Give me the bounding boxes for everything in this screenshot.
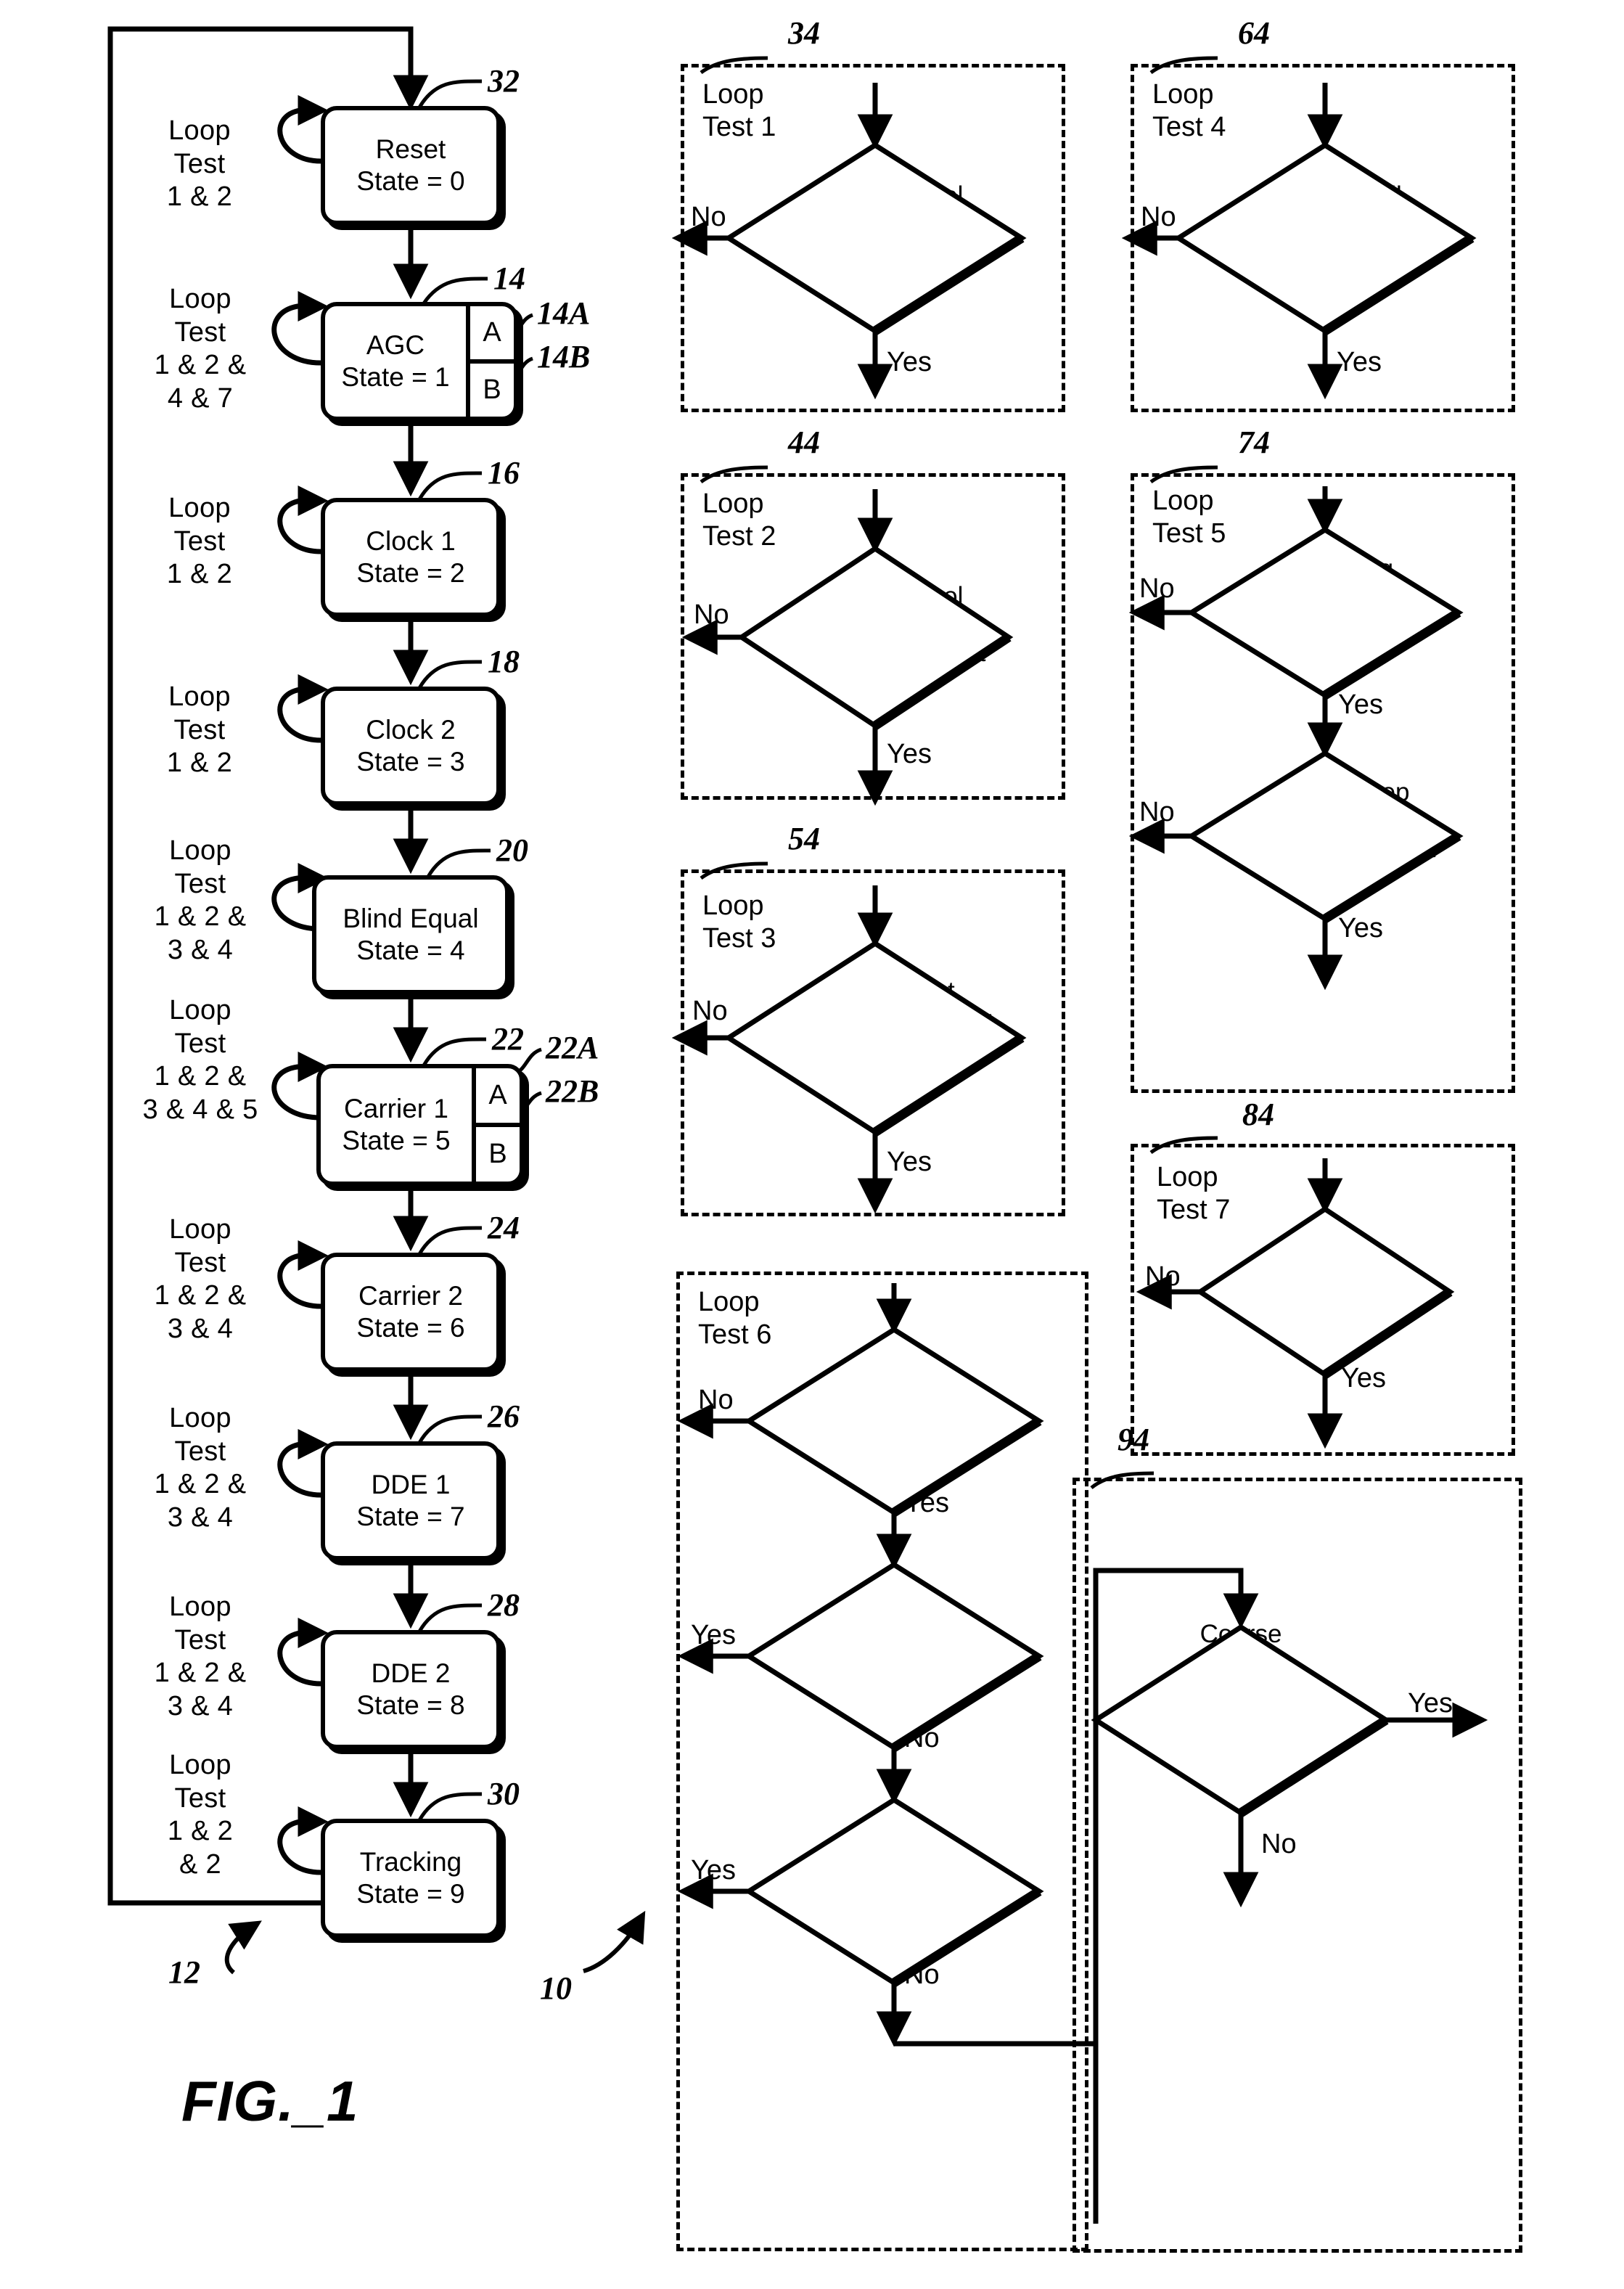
state-dde1-text: DDE 1 State = 7 [325,1470,496,1532]
state-tracking-value: State = 9 [356,1879,465,1909]
state-carrier2-text: Carrier 2 State = 6 [325,1281,496,1343]
state-box-agc[interactable]: AGC State = 1 A B [321,302,518,421]
ref-numeral-74: 74 [1238,425,1270,460]
state-clock2-text: Clock 2 State = 3 [325,715,496,777]
state-blind-equal-value: State = 4 [356,935,465,965]
state-agc-value: State = 1 [341,362,450,392]
state-carrier2-value: State = 6 [356,1313,465,1343]
ref-numeral-34: 34 [788,15,820,51]
state-clock1-value: State = 2 [356,558,465,588]
state-tracking-name: Tracking [359,1846,462,1877]
state-carrier1-value: State = 5 [342,1126,451,1155]
loop-test-4-art [1121,56,1477,400]
state-agc-text: AGC State = 1 [325,330,466,393]
ref-numeral-84: 84 [1242,1097,1274,1132]
state-box-dde2[interactable]: DDE 2 State = 8 [321,1630,501,1749]
state-carrier1-text: Carrier 1 State = 5 [321,1094,472,1156]
state-clock2-name: Clock 2 [366,714,456,745]
state-dde2-value: State = 8 [356,1690,465,1720]
state-clock2-value: State = 3 [356,747,465,777]
loop-test-1-art [671,56,1027,400]
state-carrier2-name: Carrier 2 [358,1280,463,1311]
state-box-clock1[interactable]: Clock 1 State = 2 [321,498,501,617]
state-box-tracking[interactable]: Tracking State = 9 [321,1819,501,1938]
ref-numeral-44: 44 [788,425,820,460]
state-box-dde1[interactable]: DDE 1 State = 7 [321,1441,501,1560]
state-carrier1-ab-column: A B [472,1068,520,1182]
state-reset-name: Reset [375,134,446,164]
state-reset-value: State = 0 [356,166,465,196]
loop-test-7-art [1136,1136,1455,1449]
state-carrier1-name: Carrier 1 [344,1093,448,1123]
loop-test-3-art [671,861,1027,1214]
loop-test-6-art [677,1283,1094,2047]
figure-title: FIG._1 [181,2069,359,2133]
state-reset-text: Reset State = 0 [325,134,496,197]
loop-test-2-art [681,465,1014,806]
state-clock1-name: Clock 1 [366,525,456,556]
state-clock1-text: Clock 1 State = 2 [325,526,496,589]
group-94-art [1090,1471,1488,2224]
state-blind-equal-name: Blind Equal [343,903,479,933]
figure-canvas: Loop Test 1 & 2 Loop Test 1 & 2 & 4 & 7 … [0,0,1624,2289]
state-agc-name: AGC [366,329,425,360]
state-carrier1-sub-a[interactable]: A [476,1068,520,1127]
state-blind-equal-text: Blind Equal State = 4 [316,904,505,966]
state-box-blind-equal[interactable]: Blind Equal State = 4 [312,875,509,994]
state-tracking-text: Tracking State = 9 [325,1847,496,1909]
ref-10-leader [583,1910,646,1973]
state-box-carrier2[interactable]: Carrier 2 State = 6 [321,1253,501,1372]
state-agc-sub-b[interactable]: B [470,364,514,417]
ref-numeral-54: 54 [788,821,820,856]
state-dde2-text: DDE 2 State = 8 [325,1658,496,1721]
state-box-carrier1[interactable]: Carrier 1 State = 5 A B [316,1064,524,1186]
state-agc-sub-a[interactable]: A [470,306,514,364]
state-dde2-name: DDE 2 [371,1658,451,1688]
state-dde1-name: DDE 1 [371,1469,451,1499]
state-box-clock2[interactable]: Clock 2 State = 3 [321,687,501,806]
state-carrier1-sub-b[interactable]: B [476,1127,520,1182]
state-agc-ab-column: A B [466,306,514,417]
loop-test-5-art [1128,465,1464,991]
state-box-reset[interactable]: Reset State = 0 [321,106,501,225]
state-dde1-value: State = 7 [356,1502,465,1531]
ref-numeral-64: 64 [1238,15,1270,51]
